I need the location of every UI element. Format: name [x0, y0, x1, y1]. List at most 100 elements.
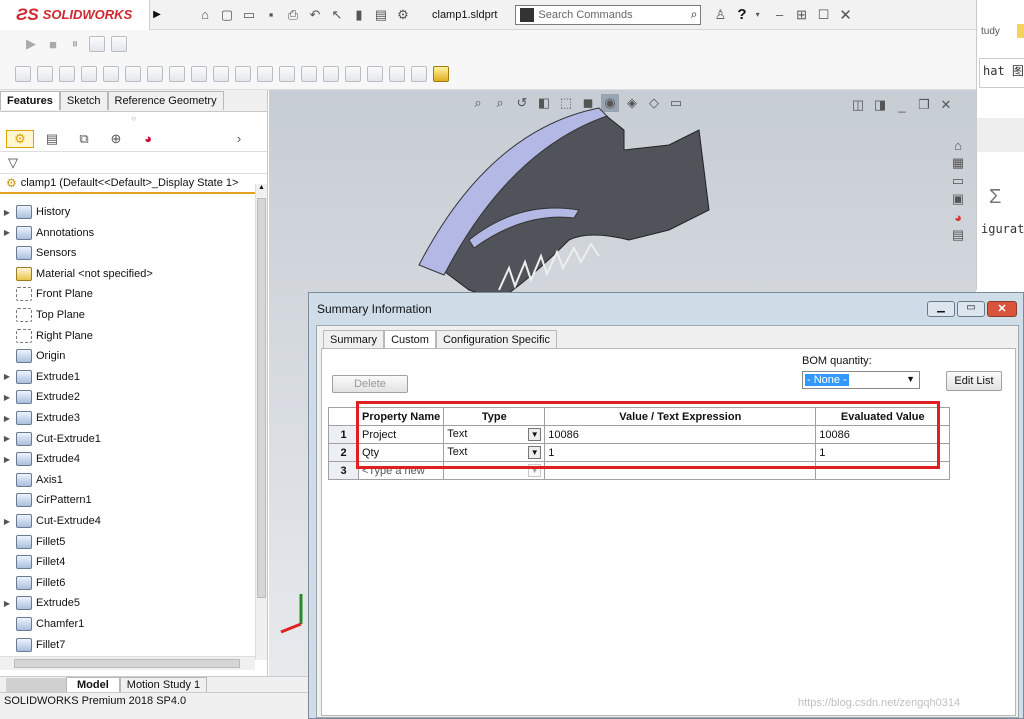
tile-icon[interactable]: ⊞ — [793, 6, 811, 24]
rebuild-icon[interactable]: ▮ — [350, 6, 368, 24]
macro-icon[interactable] — [111, 36, 127, 52]
tool-icon-16[interactable] — [345, 65, 361, 82]
dialog-minimize-icon[interactable]: ▁ — [927, 301, 955, 317]
help-dropdown-icon[interactable]: ▾ — [749, 6, 767, 24]
tree-vscrollbar[interactable]: ▲ — [255, 184, 267, 660]
play-icon[interactable]: ▶ — [22, 35, 40, 53]
tree-item[interactable]: Material <not specified> — [0, 264, 153, 284]
search-box[interactable]: Search Commands ⌕ — [515, 4, 702, 25]
tree-item[interactable]: Right Plane — [0, 326, 93, 346]
view-appearance-icon[interactable]: ◕ — [949, 208, 967, 226]
tree-item[interactable]: ▶ Extrude1 — [0, 367, 80, 387]
configuration-manager-icon[interactable]: ⧉ — [70, 130, 98, 148]
tab-model[interactable]: Model — [66, 677, 120, 692]
tree-item[interactable]: Fillet6 — [0, 573, 65, 593]
bom-quantity-select[interactable]: - None - ▼ — [802, 371, 920, 389]
options-gear-icon[interactable]: ⚙ — [394, 6, 412, 24]
view-folder-icon[interactable]: ▭ — [949, 172, 967, 190]
search-icon[interactable]: ⌕ — [691, 7, 701, 22]
tool-icon-9[interactable] — [191, 65, 207, 82]
expand-arrow-icon[interactable]: ▶ — [0, 228, 14, 237]
tool-icon-10[interactable] — [213, 65, 229, 82]
tree-item[interactable]: ▶ Extrude3 — [0, 408, 80, 428]
record-icon[interactable] — [89, 36, 105, 52]
tab-configuration-specific[interactable]: Configuration Specific — [435, 330, 557, 349]
expand-arrow-icon[interactable]: ▶ — [0, 414, 14, 423]
tree-item[interactable]: Fillet5 — [0, 532, 65, 552]
tab-features[interactable]: Features — [0, 91, 60, 110]
expand-arrow-icon[interactable]: ▶ — [0, 599, 14, 608]
tool-icon-13[interactable] — [279, 65, 295, 82]
save-icon[interactable]: ▪ — [262, 6, 280, 24]
view-3d-icon[interactable]: ▦ — [949, 154, 967, 172]
scroll-up-icon[interactable]: ▲ — [256, 184, 267, 196]
hscroll-thumb[interactable] — [14, 659, 240, 668]
tool-icon-18[interactable] — [389, 65, 405, 82]
view-palette-icon[interactable]: ▣ — [949, 190, 967, 208]
tab-scroll-icons[interactable] — [6, 677, 66, 692]
feature-manager-icon[interactable]: ⚙ — [6, 129, 34, 148]
tree-item[interactable]: CirPattern1 — [0, 490, 92, 510]
dialog-close-icon[interactable]: ✕ — [987, 301, 1017, 317]
tool-icon-19[interactable] — [411, 65, 427, 82]
expand-arrow-icon[interactable]: ▶ — [0, 517, 14, 526]
tool-icon-1[interactable] — [15, 65, 31, 82]
tab-custom[interactable]: Custom — [384, 330, 436, 349]
tool-icon-14[interactable] — [301, 65, 317, 82]
tree-item[interactable]: Fillet7 — [0, 635, 65, 654]
solidworks-logo[interactable]: ƧS SOLIDWORKS — [0, 0, 150, 30]
stop-icon[interactable]: ■ — [44, 35, 62, 53]
maximize-icon[interactable]: ☐ — [815, 6, 833, 24]
tree-item[interactable]: ▶ History — [0, 202, 70, 222]
tab-motion-study[interactable]: Motion Study 1 — [119, 677, 208, 692]
tab-sketch[interactable]: Sketch — [59, 91, 108, 110]
tree-item[interactable]: ▶ Annotations — [0, 223, 94, 243]
tab-summary[interactable]: Summary — [323, 330, 385, 349]
tree-root[interactable]: ⚙ clamp1 (Default<<Default>_Display Stat… — [0, 174, 267, 194]
expand-arrow-icon[interactable]: ▶ — [0, 434, 14, 443]
tool-icon-6[interactable] — [125, 65, 141, 82]
tool-icon-2[interactable] — [37, 65, 53, 82]
expand-arrow-icon[interactable]: ▶ — [0, 393, 14, 402]
tree-item[interactable]: Front Plane — [0, 284, 93, 304]
filter-icon[interactable]: ▽ — [0, 152, 267, 174]
tool-icon-3[interactable] — [59, 65, 75, 82]
search-input[interactable]: Search Commands — [538, 9, 690, 21]
tool-icon-12[interactable] — [257, 65, 273, 82]
tree-item[interactable]: Fillet4 — [0, 552, 65, 572]
pause-icon[interactable]: ⏸ — [66, 35, 84, 53]
tool-icon-15[interactable] — [323, 65, 339, 82]
expand-arrow-icon[interactable]: ▶ — [0, 208, 14, 217]
tree-item[interactable]: ▶ Extrude4 — [0, 449, 80, 469]
tool-icon-4[interactable] — [81, 65, 97, 82]
tool-icon-5[interactable] — [103, 65, 119, 82]
print-icon[interactable]: ⎙ — [284, 6, 302, 24]
close-icon[interactable]: ✕ — [837, 6, 855, 24]
tree-item[interactable]: Axis1 — [0, 470, 63, 490]
display-manager-icon[interactable]: ◕ — [134, 130, 162, 148]
tool-icon-11[interactable] — [235, 65, 251, 82]
view-list-icon[interactable]: ▤ — [949, 226, 967, 244]
minimize-icon[interactable]: – — [771, 6, 789, 24]
dimxpert-icon[interactable]: ⊕ — [102, 130, 130, 148]
home-icon[interactable]: ⌂ — [196, 6, 214, 24]
tree-item[interactable]: ▶ Cut-Extrude4 — [0, 511, 101, 531]
view-home-icon[interactable]: ⌂ — [949, 136, 967, 154]
ruler-icon[interactable] — [433, 65, 449, 82]
tree-item[interactable]: ▶ Extrude5 — [0, 593, 80, 613]
delete-button[interactable]: Delete — [332, 375, 408, 393]
menu-expand-icon[interactable]: ▶ — [150, 9, 164, 20]
tree-item[interactable]: Sensors — [0, 243, 76, 263]
tab-reference-geometry[interactable]: Reference Geometry — [107, 91, 224, 110]
tree-item[interactable]: ▶ Extrude2 — [0, 387, 80, 407]
tree-item[interactable]: Chamfer1 — [0, 614, 84, 634]
help-icon[interactable]: ? — [737, 6, 746, 23]
tool-icon-7[interactable] — [147, 65, 163, 82]
select-icon[interactable]: ↖ — [328, 6, 346, 24]
property-manager-icon[interactable]: ▤ — [38, 130, 66, 148]
expand-arrow-icon[interactable]: ▶ — [0, 372, 14, 381]
undo-icon[interactable]: ↶ — [306, 6, 324, 24]
tree-item[interactable]: Origin — [0, 346, 65, 366]
file-properties-icon[interactable]: ▤ — [372, 6, 390, 24]
tree-item[interactable]: ▶ Cut-Extrude1 — [0, 429, 101, 449]
